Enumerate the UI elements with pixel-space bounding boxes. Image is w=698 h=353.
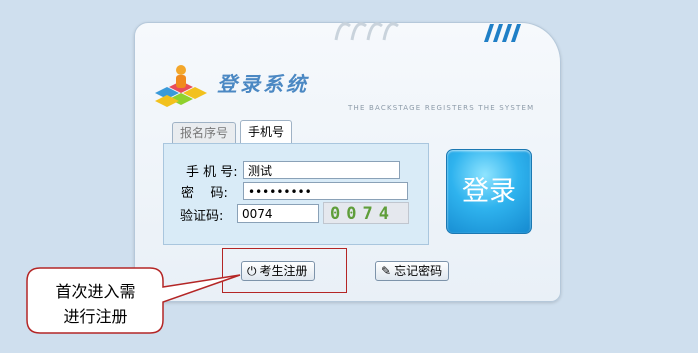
callout-line-1: 首次进入需	[55, 282, 136, 301]
callout-text: 首次进入需 进行注册	[33, 279, 158, 329]
callout-line-2: 进行注册	[63, 307, 128, 326]
